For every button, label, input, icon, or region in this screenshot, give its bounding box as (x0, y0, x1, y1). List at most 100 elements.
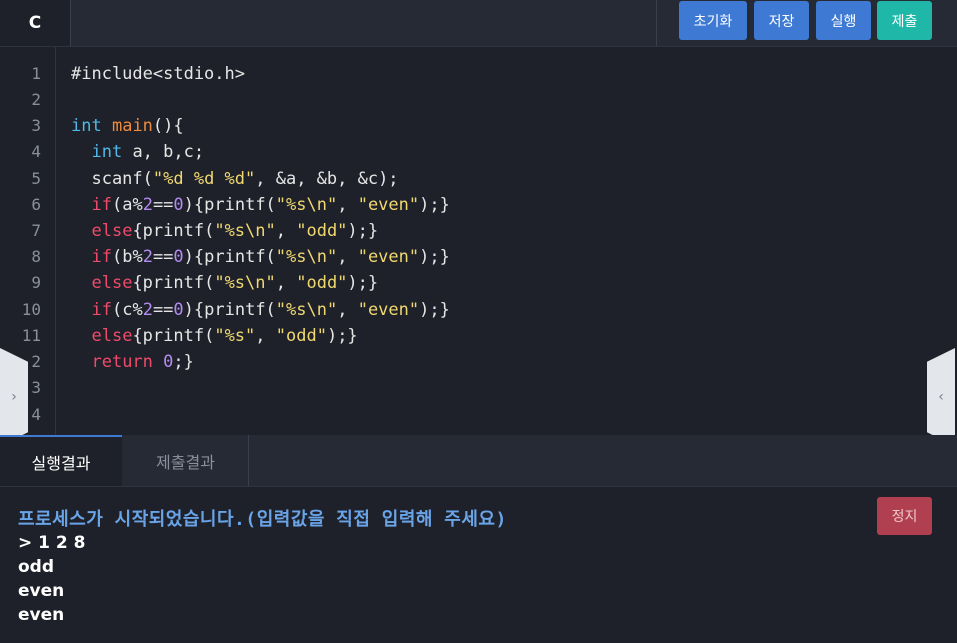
code-function: main (111, 116, 153, 136)
code-line: scanf("%d %d %d", &a, &b, &c); (71, 166, 399, 192)
output-console: 프로세스가 시작되었습니다.(입력값을 직접 입력해 주세요) > 1 2 8 … (0, 487, 957, 643)
line-number: 11 (21, 326, 41, 345)
right-panel-toggle[interactable]: ‹ (927, 348, 955, 446)
line-number: 4 (31, 142, 41, 161)
tab-submit-result[interactable]: 제출결과 (123, 435, 249, 486)
code-keyword: int (91, 142, 123, 162)
code-text: , (337, 195, 358, 215)
chevron-left-icon: ‹ (938, 389, 944, 405)
code-text: , &a, &b, &c); (255, 169, 399, 189)
code-text: , (275, 221, 297, 241)
code-text: ){printf( (183, 247, 276, 267)
code-text: );} (419, 195, 450, 215)
code-text: ){printf( (183, 300, 276, 320)
code-text: {printf( (132, 273, 215, 293)
code-keyword: else (91, 273, 133, 293)
code-string: "%s" (214, 326, 256, 346)
code-text: );} (347, 273, 379, 293)
code-line: if(a%2==0){printf("%s\n", "even");} (71, 192, 450, 218)
console-line: even (18, 581, 65, 601)
line-number: 3 (31, 116, 41, 135)
code-line: if(c%2==0){printf("%s\n", "even");} (71, 297, 450, 323)
code-text: {printf( (132, 326, 215, 346)
code-keyword: if (91, 195, 112, 215)
line-number: 10 (21, 300, 41, 319)
code-number: 0 (173, 195, 184, 215)
code-string: "even" (357, 300, 420, 320)
code-keyword: if (91, 247, 112, 267)
code-text: ){printf( (183, 195, 276, 215)
code-number: 2 (142, 195, 153, 215)
code-text: #include<stdio.h> (71, 64, 245, 84)
code-keyword: else (91, 326, 133, 346)
code-keyword: if (91, 300, 112, 320)
code-keyword: int (71, 116, 102, 136)
line-number: 7 (31, 221, 41, 240)
code-text: , (337, 247, 358, 267)
code-text: (){ (152, 116, 184, 136)
code-text: a, b,c; (122, 142, 205, 162)
line-number: 2 (31, 90, 41, 109)
code-text: );} (419, 247, 450, 267)
code-line: else{printf("%s\n", "odd");} (71, 270, 378, 296)
line-number: 9 (31, 273, 41, 292)
code-string: "even" (357, 247, 420, 267)
code-text: == (152, 300, 174, 320)
code-string: "%s\n" (214, 273, 276, 293)
code-number: 2 (142, 247, 153, 267)
stop-button[interactable]: 정지 (877, 497, 932, 535)
code-text: , (337, 300, 358, 320)
line-number: 1 (31, 64, 41, 83)
code-text: , (275, 273, 297, 293)
code-line: #include<stdio.h> (71, 61, 245, 87)
code-text: ;} (173, 352, 194, 372)
run-button[interactable]: 실행 (816, 1, 871, 40)
code-line: return 0;} (71, 349, 194, 375)
code-number: 0 (173, 300, 184, 320)
code-string: "%s\n" (275, 195, 338, 215)
code-string: "%d %d %d" (152, 169, 256, 189)
code-string: "odd" (275, 326, 327, 346)
console-line: odd (18, 557, 55, 577)
toolbar-divider (656, 0, 657, 46)
top-toolbar: C 초기화 저장 실행 제출 (0, 0, 957, 47)
code-text: {printf( (132, 221, 215, 241)
left-panel-toggle[interactable]: › (0, 348, 28, 446)
reset-button[interactable]: 초기화 (679, 1, 747, 40)
result-tabs: 실행결과 제출결과 (0, 435, 957, 487)
tab-run-result[interactable]: 실행결과 (0, 435, 122, 486)
code-number: 0 (173, 247, 184, 267)
line-number: 5 (31, 169, 41, 188)
code-line: int main(){ (71, 113, 184, 139)
process-status: 프로세스가 시작되었습니다.(입력값을 직접 입력해 주세요) (18, 509, 507, 530)
line-number: 8 (31, 247, 41, 266)
code-text: );} (326, 326, 358, 346)
code-keyword: else (91, 221, 133, 241)
code-line: if(b%2==0){printf("%s\n", "even");} (71, 244, 450, 270)
code-string: "%s\n" (214, 221, 276, 241)
code-editor[interactable]: 1 2 3 4 5 6 7 8 9 10 11 2 3 4 #include<s… (0, 47, 957, 435)
code-string: "odd" (296, 221, 348, 241)
submit-button[interactable]: 제출 (877, 1, 932, 40)
save-button[interactable]: 저장 (754, 1, 809, 40)
code-string: "even" (357, 195, 420, 215)
code-string: "%s\n" (275, 247, 338, 267)
code-line: else{printf("%s", "odd");} (71, 323, 358, 349)
code-line: int a, b,c; (71, 139, 204, 165)
console-line: even (18, 605, 65, 625)
code-string: "%s\n" (275, 300, 338, 320)
code-line: else{printf("%s\n", "odd");} (71, 218, 378, 244)
code-keyword: return (91, 352, 153, 372)
code-text: (c% (111, 300, 143, 320)
code-text: );} (419, 300, 450, 320)
code-text: (b% (111, 247, 143, 267)
code-text: );} (347, 221, 379, 241)
code-number: 2 (142, 300, 153, 320)
language-tab[interactable]: C (0, 0, 71, 46)
console-line: > 1 2 8 (18, 533, 86, 553)
code-string: "odd" (296, 273, 348, 293)
code-text: , (255, 326, 276, 346)
code-number: 0 (163, 352, 174, 372)
line-number: 6 (31, 195, 41, 214)
code-text: == (152, 247, 174, 267)
